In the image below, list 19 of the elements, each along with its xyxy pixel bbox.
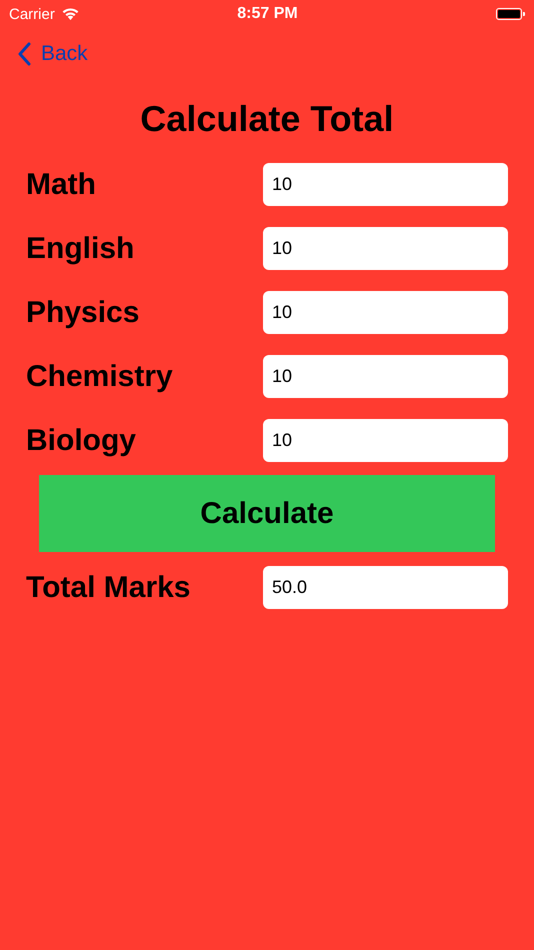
battery-icon xyxy=(496,8,522,20)
carrier-label: Carrier xyxy=(9,6,55,22)
field-label: Physics xyxy=(26,296,140,330)
input-field[interactable]: 10 xyxy=(263,419,508,462)
field-label: Chemistry xyxy=(26,360,173,394)
field-label: Math xyxy=(26,168,96,202)
input-field[interactable]: 10 xyxy=(263,355,508,398)
chevron-left-icon xyxy=(17,42,31,66)
clock-time: 8:57 PM xyxy=(237,5,298,23)
input-field[interactable]: 10 xyxy=(263,227,508,270)
input-field[interactable]: 50.0 xyxy=(263,566,508,609)
calculate-button[interactable]: Calculate xyxy=(39,475,495,552)
input-field[interactable]: 10 xyxy=(263,291,508,334)
field-label: Biology xyxy=(26,424,136,458)
input-field[interactable]: 10 xyxy=(263,163,508,206)
page-title: Calculate Total xyxy=(139,97,395,141)
field-label: English xyxy=(26,232,134,266)
field-label: Total Marks xyxy=(26,570,190,604)
wifi-icon xyxy=(60,7,80,21)
